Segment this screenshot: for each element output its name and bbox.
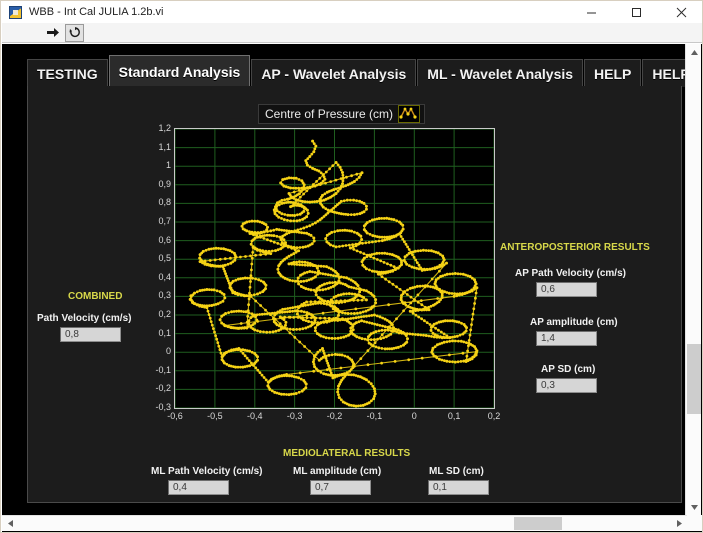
title-bar: WBB - Int Cal JULIA 1.2b.vi — [1, 1, 702, 23]
y-tick-label: 1,1 — [158, 141, 171, 152]
graph-legend[interactable]: Centre of Pressure (cm) — [258, 104, 426, 124]
x-tick-label: 0,2 — [487, 411, 501, 421]
scroll-down-arrow-icon[interactable] — [686, 499, 702, 515]
scrollbar-corner — [687, 515, 702, 531]
scroll-right-arrow-icon[interactable] — [671, 516, 687, 531]
combined-path-velocity-label: Path Velocity (cm/s) — [37, 313, 132, 324]
legend-label: Centre of Pressure (cm) — [265, 107, 394, 121]
y-tick-label: -0,1 — [155, 364, 171, 375]
combined-path-velocity-value[interactable]: 0,8 — [60, 327, 121, 342]
scroll-left-arrow-icon[interactable] — [2, 516, 18, 531]
y-tick-label: 0,8 — [158, 197, 171, 208]
ap-sd-value[interactable]: 0,3 — [536, 378, 597, 393]
y-tick-label: 0,3 — [158, 290, 171, 301]
ap-sd-label: AP SD (cm) — [541, 364, 596, 375]
ml-amplitude-label: ML amplitude (cm) — [293, 466, 382, 477]
tab-page-standard-analysis: Centre of Pressure (cm) 1,2 1,1 1 0,9 0,… — [27, 86, 682, 503]
x-tick-label: -0,6 — [167, 411, 183, 421]
y-tick-label: -0,2 — [155, 383, 171, 394]
x-tick-label: -0,3 — [286, 411, 303, 421]
x-tick-label: -0,1 — [366, 411, 383, 421]
application-icon — [9, 5, 22, 19]
ap-amplitude-value[interactable]: 1,4 — [536, 331, 597, 346]
x-tick-label: -0,4 — [246, 411, 263, 421]
tab-ap-wavelet-analysis[interactable]: AP - Wavelet Analysis — [251, 59, 417, 87]
y-tick-label: 0,4 — [158, 271, 171, 282]
y-tick-label: 0,2 — [158, 309, 171, 319]
tab-ml-wavelet-analysis[interactable]: ML - Wavelet Analysis — [417, 59, 584, 87]
y-tick-label: 0,6 — [158, 234, 171, 245]
run-arrow-icon[interactable] — [44, 24, 63, 42]
minimize-icon[interactable] — [569, 1, 614, 23]
close-icon[interactable] — [659, 1, 702, 23]
cop-graph: Centre of Pressure (cm) 1,2 1,1 1 0,9 0,… — [148, 104, 513, 434]
y-tick-label: 1 — [165, 160, 171, 171]
ap-path-velocity-label: AP Path Velocity (cm/s) — [515, 268, 626, 279]
tab-help[interactable]: HELP — [584, 59, 642, 87]
horizontal-scrollbar[interactable] — [2, 515, 702, 531]
vertical-scrollbar[interactable] — [685, 44, 701, 515]
plot-line-icon[interactable] — [398, 105, 421, 123]
maximize-icon[interactable] — [614, 1, 659, 23]
y-tick-label: 0 — [165, 346, 171, 357]
tab-control: TESTING Standard Analysis AP - Wavelet A… — [27, 55, 688, 87]
y-tick-label: 0,5 — [158, 253, 171, 264]
combined-group-title: COMBINED — [68, 291, 123, 302]
y-tick-label: 0,9 — [158, 178, 171, 189]
ml-path-velocity-value[interactable]: 0,4 — [168, 480, 229, 495]
y-tick-label: 0,7 — [158, 216, 171, 226]
vi-toolbar — [2, 23, 702, 43]
cop-trace — [175, 129, 494, 408]
x-tick-label: -0,5 — [207, 411, 223, 421]
x-tick-label: 0,1 — [447, 411, 461, 421]
tab-standard-analysis[interactable]: Standard Analysis — [108, 55, 251, 87]
run-continuously-icon[interactable] — [65, 23, 84, 42]
ap-path-velocity-value[interactable]: 0,6 — [536, 282, 597, 297]
scroll-up-arrow-icon[interactable] — [686, 44, 702, 60]
y-tick-label: 1,2 — [158, 123, 171, 133]
anteroposterior-group-title: ANTEROPOSTERIOR RESULTS — [500, 242, 650, 253]
y-axis: 1,2 1,1 1 0,9 0,8 0,7 0,6 0,5 0,4 0,3 0,2 0,1 0 -0,1 -… — [148, 124, 171, 412]
x-axis: -0,6 -0,5 -0,4 -0,3 -0,2 -0,1 0 0,1 0,2 — [167, 411, 500, 425]
horizontal-scroll-thumb[interactable] — [514, 517, 562, 530]
ml-path-velocity-label: ML Path Velocity (cm/s) — [151, 466, 263, 477]
plot-area[interactable] — [174, 128, 495, 409]
vi-front-panel: TESTING Standard Analysis AP - Wavelet A… — [2, 44, 702, 532]
x-tick-label: 0 — [411, 411, 417, 421]
ml-sd-value[interactable]: 0,1 — [428, 480, 489, 495]
ml-sd-label: ML SD (cm) — [429, 466, 484, 477]
x-tick-label: -0,2 — [326, 411, 343, 421]
vertical-scroll-thumb[interactable] — [687, 344, 701, 414]
mediolateral-group-title: MEDIOLATERAL RESULTS — [283, 448, 411, 459]
window-controls — [569, 1, 702, 23]
ml-amplitude-value[interactable]: 0,7 — [310, 480, 371, 495]
panel-content: TESTING Standard Analysis AP - Wavelet A… — [2, 44, 688, 514]
tab-testing[interactable]: TESTING — [27, 59, 108, 87]
ap-amplitude-label: AP amplitude (cm) — [530, 317, 618, 328]
y-tick-label: 0,1 — [158, 327, 171, 338]
window-title: WBB - Int Cal JULIA 1.2b.vi — [29, 6, 164, 18]
application-window: WBB - Int Cal JULIA 1.2b.vi TESTING Stan… — [0, 0, 703, 533]
tab-help-2[interactable]: HELP 2 — [642, 59, 688, 87]
